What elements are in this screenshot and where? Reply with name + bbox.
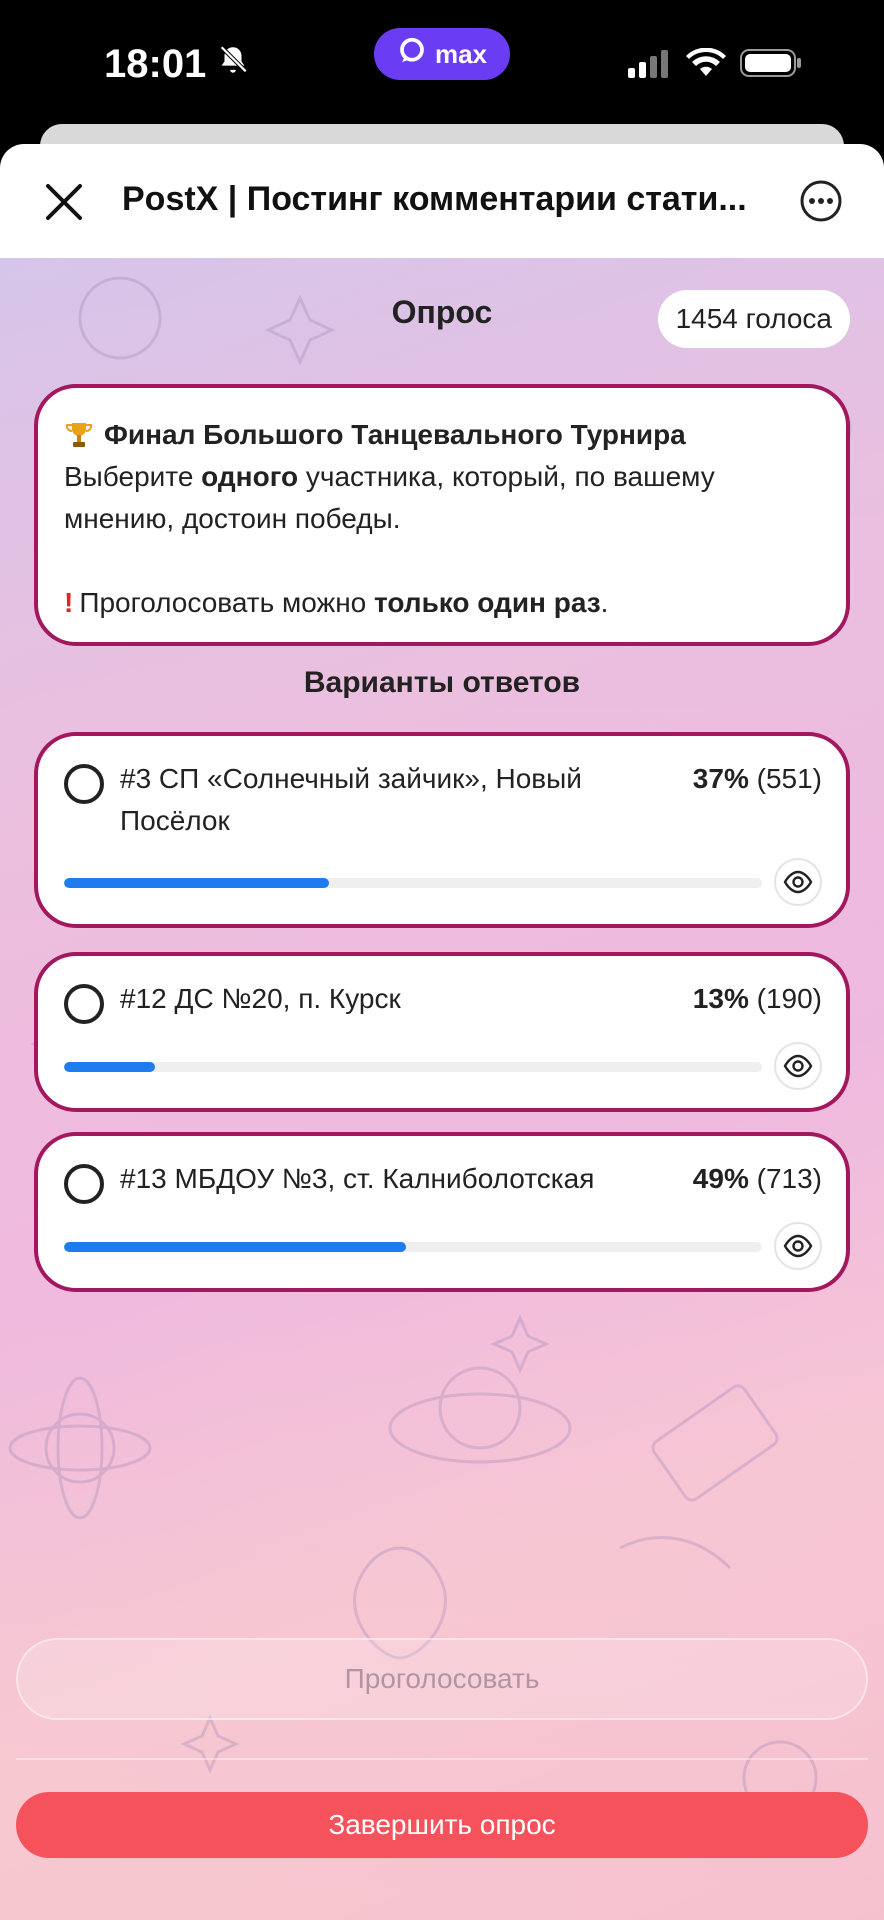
- app-status-pill[interactable]: max: [374, 28, 510, 80]
- option-count: (713): [756, 1163, 822, 1194]
- option-text: #3 СП «Солнечный зайчик», Новый Посёлок: [120, 763, 582, 836]
- result-bar: [64, 878, 762, 888]
- view-voters-button[interactable]: [774, 1222, 822, 1270]
- eye-icon: [783, 870, 813, 894]
- time-label: 18:01: [104, 42, 207, 86]
- vote-button[interactable]: Проголосовать: [16, 1638, 868, 1720]
- signal-icon: [628, 50, 668, 78]
- trophy-icon: [65, 423, 93, 447]
- option-count: (551): [756, 763, 822, 794]
- result-bar-fill: [64, 1242, 407, 1252]
- poll-option-2[interactable]: #12 ДС №20, п. Курск 13% (190): [34, 952, 850, 1112]
- more-options-button[interactable]: [798, 178, 844, 224]
- description-bold: одного: [201, 461, 299, 492]
- close-button[interactable]: [38, 176, 90, 228]
- finish-poll-button[interactable]: Завершить опрос: [16, 1792, 868, 1858]
- more-icon: [800, 180, 842, 222]
- result-bar: [64, 1242, 762, 1252]
- votes-count-badge: 1454 голоса: [657, 290, 850, 348]
- result-bar-fill: [64, 878, 330, 888]
- note-bold: только один раз: [374, 587, 601, 618]
- option-text: #12 ДС №20, п. Курск: [120, 983, 401, 1014]
- question-card: Финал Большого Танцевального Турнира Выб…: [34, 384, 850, 646]
- exclamation-icon: !: [64, 587, 74, 618]
- radio-button[interactable]: [64, 984, 104, 1024]
- divider: [16, 1758, 868, 1760]
- question-description: Выберите одного участника, который, по в…: [64, 456, 820, 540]
- max-logo-icon: [397, 36, 427, 73]
- note-prefix: Проголосовать можно: [79, 587, 375, 618]
- poll-option-3[interactable]: #13 МБДОУ №3, ст. Калниболотская 49% (71…: [34, 1132, 850, 1292]
- option-percent: 37%: [692, 763, 749, 794]
- options-label: Варианты ответов: [303, 666, 581, 699]
- bell-muted-icon: [216, 42, 250, 87]
- status-icons: [628, 48, 802, 78]
- poll-content: Опрос 1454 голоса Финал Большого Танцева…: [0, 258, 884, 1920]
- option-stats: 37% (551): [693, 758, 822, 800]
- eye-icon: [783, 1234, 813, 1258]
- page-title: PostX | Постинг комментарии стати...: [122, 180, 747, 218]
- radio-button[interactable]: [64, 1164, 104, 1204]
- question-title: Финал Большого Танцевального Турнира: [104, 419, 686, 450]
- battery-icon: [740, 49, 801, 77]
- view-voters-button[interactable]: [774, 1042, 822, 1090]
- close-icon: [46, 184, 82, 220]
- option-percent: 49%: [692, 1163, 749, 1194]
- mini-app-header: PostX | Постинг комментарии стати...: [0, 144, 884, 258]
- pill-label: max: [434, 38, 488, 69]
- status-time: 18:01: [104, 42, 250, 87]
- status-bar: 18:01 max: [0, 0, 884, 125]
- result-bar-fill: [64, 1062, 155, 1072]
- option-percent: 13%: [692, 983, 749, 1014]
- note-suffix: .: [600, 587, 609, 618]
- radio-button[interactable]: [64, 764, 104, 804]
- option-stats: 13% (190): [693, 978, 822, 1020]
- poll-option-1[interactable]: #3 СП «Солнечный зайчик», Новый Посёлок …: [34, 732, 850, 928]
- view-voters-button[interactable]: [774, 858, 822, 906]
- question-note: ! Проголосовать можно только один раз.: [64, 582, 820, 624]
- wifi-icon: [686, 48, 726, 76]
- result-bar: [64, 1062, 762, 1072]
- question-title-row: Финал Большого Танцевального Турнира: [64, 414, 820, 456]
- option-count: (190): [756, 983, 822, 1014]
- eye-icon: [783, 1054, 813, 1078]
- description-prefix: Выберите: [64, 461, 202, 492]
- option-text: #13 МБДОУ №3, ст. Калниболотская: [120, 1163, 595, 1194]
- option-stats: 49% (713): [693, 1158, 822, 1200]
